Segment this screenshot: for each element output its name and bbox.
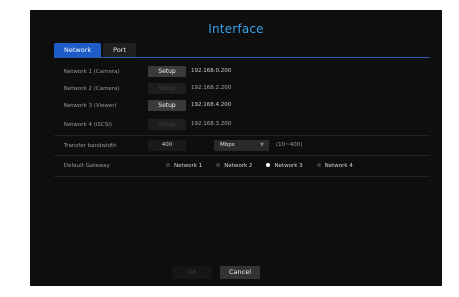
radio-label: Network 2 (224, 163, 253, 169)
radio-label: Network 1 (174, 163, 203, 169)
network-1-setup-button[interactable]: Setup (148, 66, 186, 77)
bandwidth-row: Transfer bandwidth 400 Mbps ▼ (10~400) (54, 140, 430, 152)
network-2-label: Network 2 (Camera) (60, 83, 120, 95)
gateway-radio-network-4[interactable]: Network 4 (316, 160, 353, 172)
bandwidth-range: (10~400) (276, 142, 303, 148)
network-3-ip: 192.168.4.200 (191, 102, 232, 108)
radio-dot-icon (266, 162, 271, 167)
cancel-button[interactable]: Cancel (220, 266, 260, 279)
gateway-label: Default Gateway (60, 160, 110, 172)
tab-divider (54, 57, 430, 58)
dialog-footer: OK Cancel (30, 266, 442, 280)
gateway-radio-network-3[interactable]: Network 3 (266, 160, 303, 172)
network-row-4: Network 4 (iSCSI) Setup 192.168.3.200 (54, 119, 430, 131)
gateway-radio-network-2[interactable]: Network 2 (216, 160, 252, 172)
section-divider (54, 176, 430, 177)
section-divider (54, 155, 430, 156)
radio-label: Network 3 (274, 163, 303, 169)
tab-port[interactable]: Port (103, 43, 137, 57)
radio-dot-icon (166, 162, 170, 167)
network-4-setup-button[interactable]: Setup (148, 119, 186, 130)
bandwidth-input[interactable]: 400 (148, 140, 186, 151)
dialog-title: Interface (208, 22, 264, 36)
network-row-2: Network 2 (Camera) Setup 192.168.2.200 (54, 83, 430, 95)
gateway-radio-group: Network 1 Network 2 Network 3 Network 4 (166, 160, 367, 172)
gateway-radio-network-1[interactable]: Network 1 (166, 160, 202, 172)
network-1-label: Network 1 (Camera) (60, 66, 120, 78)
interface-dialog: Interface Network Port Network 1 (Camera… (30, 10, 442, 286)
network-row-1: Network 1 (Camera) Setup 192.168.0.200 (54, 66, 430, 78)
network-2-ip: 192.168.2.200 (191, 85, 232, 91)
network-row-3: Network 3 (Viewer) Setup 192.168.4.200 (54, 100, 430, 112)
bandwidth-unit-select[interactable]: Mbps ▼ (214, 140, 269, 151)
network-2-setup-button[interactable]: Setup (148, 83, 186, 94)
gateway-row: Default Gateway Network 1 Network 2 Netw… (54, 160, 430, 172)
chevron-down-icon: ▼ (260, 142, 264, 148)
radio-label: Network 4 (324, 163, 353, 169)
network-3-label: Network 3 (Viewer) (60, 100, 117, 112)
network-4-label: Network 4 (iSCSI) (60, 119, 112, 131)
network-1-ip: 192.168.0.200 (191, 68, 232, 74)
radio-dot-icon (216, 162, 221, 167)
radio-dot-icon (316, 162, 321, 167)
network-4-ip: 192.168.3.200 (191, 121, 232, 127)
tab-network[interactable]: Network (54, 43, 102, 57)
network-3-setup-button[interactable]: Setup (148, 100, 186, 111)
ok-button[interactable]: OK (172, 266, 212, 279)
bandwidth-unit-value: Mbps (220, 142, 235, 148)
tab-bar: Network Port (54, 43, 138, 57)
section-divider (54, 135, 430, 136)
bandwidth-label: Transfer bandwidth (60, 140, 117, 152)
